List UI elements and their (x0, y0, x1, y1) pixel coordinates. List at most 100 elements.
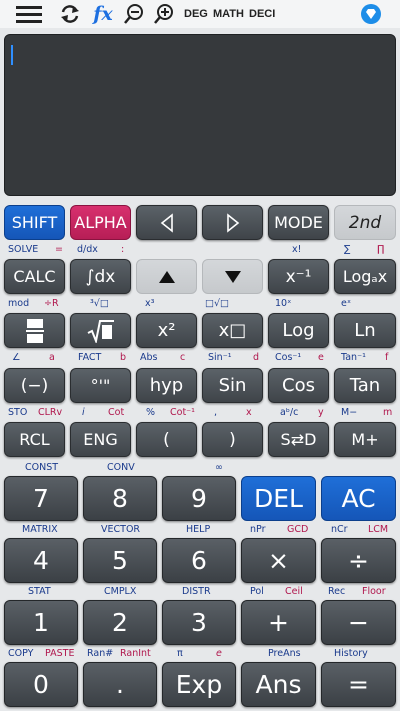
ten-power-label: 10ˣ (275, 298, 292, 309)
exponent-key[interactable]: Exp (162, 662, 236, 707)
lcm-label: LCM (368, 524, 389, 535)
arrow-up-icon (158, 270, 175, 283)
permutation-label: nPr (250, 524, 266, 535)
divide-remainder-label: ÷R (44, 298, 59, 309)
ln-key[interactable]: Ln (334, 313, 396, 348)
tan-key[interactable]: Tan (334, 368, 396, 403)
fx-icon[interactable]: fx (90, 3, 116, 25)
eng-key[interactable]: ENG (70, 422, 131, 457)
const-label: CONST (25, 462, 59, 473)
plus-key[interactable]: + (241, 600, 316, 645)
polar-label: Pol (250, 586, 264, 597)
digit-8-key[interactable]: 8 (83, 476, 157, 521)
vector-label: VECTOR (101, 524, 141, 535)
ceil-label: Ceil (285, 586, 303, 597)
var-d-label: d (253, 352, 260, 363)
log-key[interactable]: Log (268, 313, 329, 348)
fraction-key[interactable] (4, 313, 65, 348)
cursor-right-key[interactable] (202, 205, 263, 240)
mode-key[interactable]: MODE (268, 205, 329, 240)
digit-6-key[interactable]: 6 (162, 538, 236, 583)
close-paren-key[interactable]: ) (202, 422, 263, 457)
rcl-key[interactable]: RCL (4, 422, 65, 457)
cube-root-label: ³√□ (90, 298, 109, 309)
input-mode-indicator[interactable]: MATH (213, 8, 244, 20)
divide-key[interactable]: ÷ (321, 538, 396, 583)
cursor-down-key[interactable] (202, 259, 263, 294)
fraction-icon (25, 318, 44, 343)
output-mode-indicator[interactable]: DECI (249, 8, 275, 20)
square-key[interactable]: x² (136, 313, 197, 348)
decimal-point-key[interactable]: . (83, 662, 157, 707)
var-b-label: b (120, 352, 127, 363)
exp-power-label: eˣ (341, 298, 352, 309)
reciprocal-key[interactable]: x⁻¹ (268, 259, 329, 294)
random-int-label: RanInt (120, 648, 151, 659)
cursor-left-key[interactable] (136, 205, 197, 240)
preans-label: PreAns (268, 648, 301, 659)
digit-0-key[interactable]: 0 (4, 662, 78, 707)
delete-key[interactable]: DEL (241, 476, 316, 521)
percent-label: % (146, 407, 156, 418)
digit-9-key[interactable]: 9 (162, 476, 236, 521)
angle-label: ∠ (12, 352, 21, 363)
hyp-key[interactable]: hyp (136, 368, 197, 403)
zoom-out-icon[interactable] (122, 3, 146, 25)
digit-5-key[interactable]: 5 (83, 538, 157, 583)
calc-key[interactable]: CALC (4, 259, 65, 294)
all-clear-key[interactable]: AC (321, 476, 396, 521)
second-function-key[interactable]: 2nd (334, 205, 396, 240)
distr-label: DISTR (182, 586, 211, 597)
copy-label: COPY (8, 648, 34, 659)
arrow-down-icon (224, 270, 241, 283)
degree-minute-second-key[interactable]: °'" (70, 368, 131, 403)
history-label: History (334, 648, 368, 659)
log-base-key[interactable]: Logₐx (334, 259, 396, 294)
s-to-d-key[interactable]: S⇄D (268, 422, 329, 457)
zoom-in-icon[interactable] (152, 3, 176, 25)
input-cursor (11, 45, 13, 65)
equals-alpha-label: = (55, 244, 63, 255)
digit-2-key[interactable]: 2 (83, 600, 157, 645)
arccos-label: Cos⁻¹ (275, 352, 302, 363)
multiply-key[interactable]: × (241, 538, 316, 583)
minus-key[interactable]: − (321, 600, 396, 645)
digit-4-key[interactable]: 4 (4, 538, 78, 583)
clrv-label: CLRv (38, 407, 63, 418)
arccot-label: Cot⁻¹ (170, 407, 195, 418)
cos-key[interactable]: Cos (268, 368, 329, 403)
triangle-right-icon (226, 212, 239, 233)
power-key[interactable]: x□ (202, 313, 263, 348)
euler-label: e (216, 648, 222, 659)
top-toolbar: fx DEG MATH DECI (0, 0, 400, 28)
refresh-icon[interactable] (58, 3, 82, 25)
digit-1-key[interactable]: 1 (4, 600, 78, 645)
digit-3-key[interactable]: 3 (162, 600, 236, 645)
sin-key[interactable]: Sin (202, 368, 263, 403)
premium-diamond-icon[interactable] (359, 3, 383, 25)
shift-key[interactable]: SHIFT (4, 205, 65, 240)
square-root-key[interactable] (70, 313, 131, 348)
ans-key[interactable]: Ans (241, 662, 316, 707)
paste-label: PASTE (45, 648, 75, 659)
memory-plus-key[interactable]: M+ (334, 422, 396, 457)
stat-label: STAT (28, 586, 51, 597)
alpha-key[interactable]: ALPHA (70, 205, 131, 240)
cursor-up-key[interactable] (136, 259, 197, 294)
equals-key[interactable]: = (321, 662, 396, 707)
calculator-display[interactable] (4, 34, 396, 196)
open-paren-key[interactable]: ( (136, 422, 197, 457)
menu-icon[interactable] (14, 3, 44, 25)
derivative-label: d/dx (77, 244, 98, 255)
integral-key[interactable]: ∫dx (70, 259, 131, 294)
digit-7-key[interactable]: 7 (4, 476, 78, 521)
memory-minus-label: M− (341, 407, 358, 418)
var-c-label: c (180, 352, 186, 363)
help-label: HELP (186, 524, 211, 535)
matrix-label: MATRIX (22, 524, 58, 535)
angle-mode-indicator[interactable]: DEG (184, 8, 208, 20)
mod-label: mod (8, 298, 30, 309)
cot-label: Cot (108, 407, 125, 418)
nth-root-label: □√□ (205, 298, 230, 309)
negative-key[interactable]: (−) (4, 368, 65, 403)
